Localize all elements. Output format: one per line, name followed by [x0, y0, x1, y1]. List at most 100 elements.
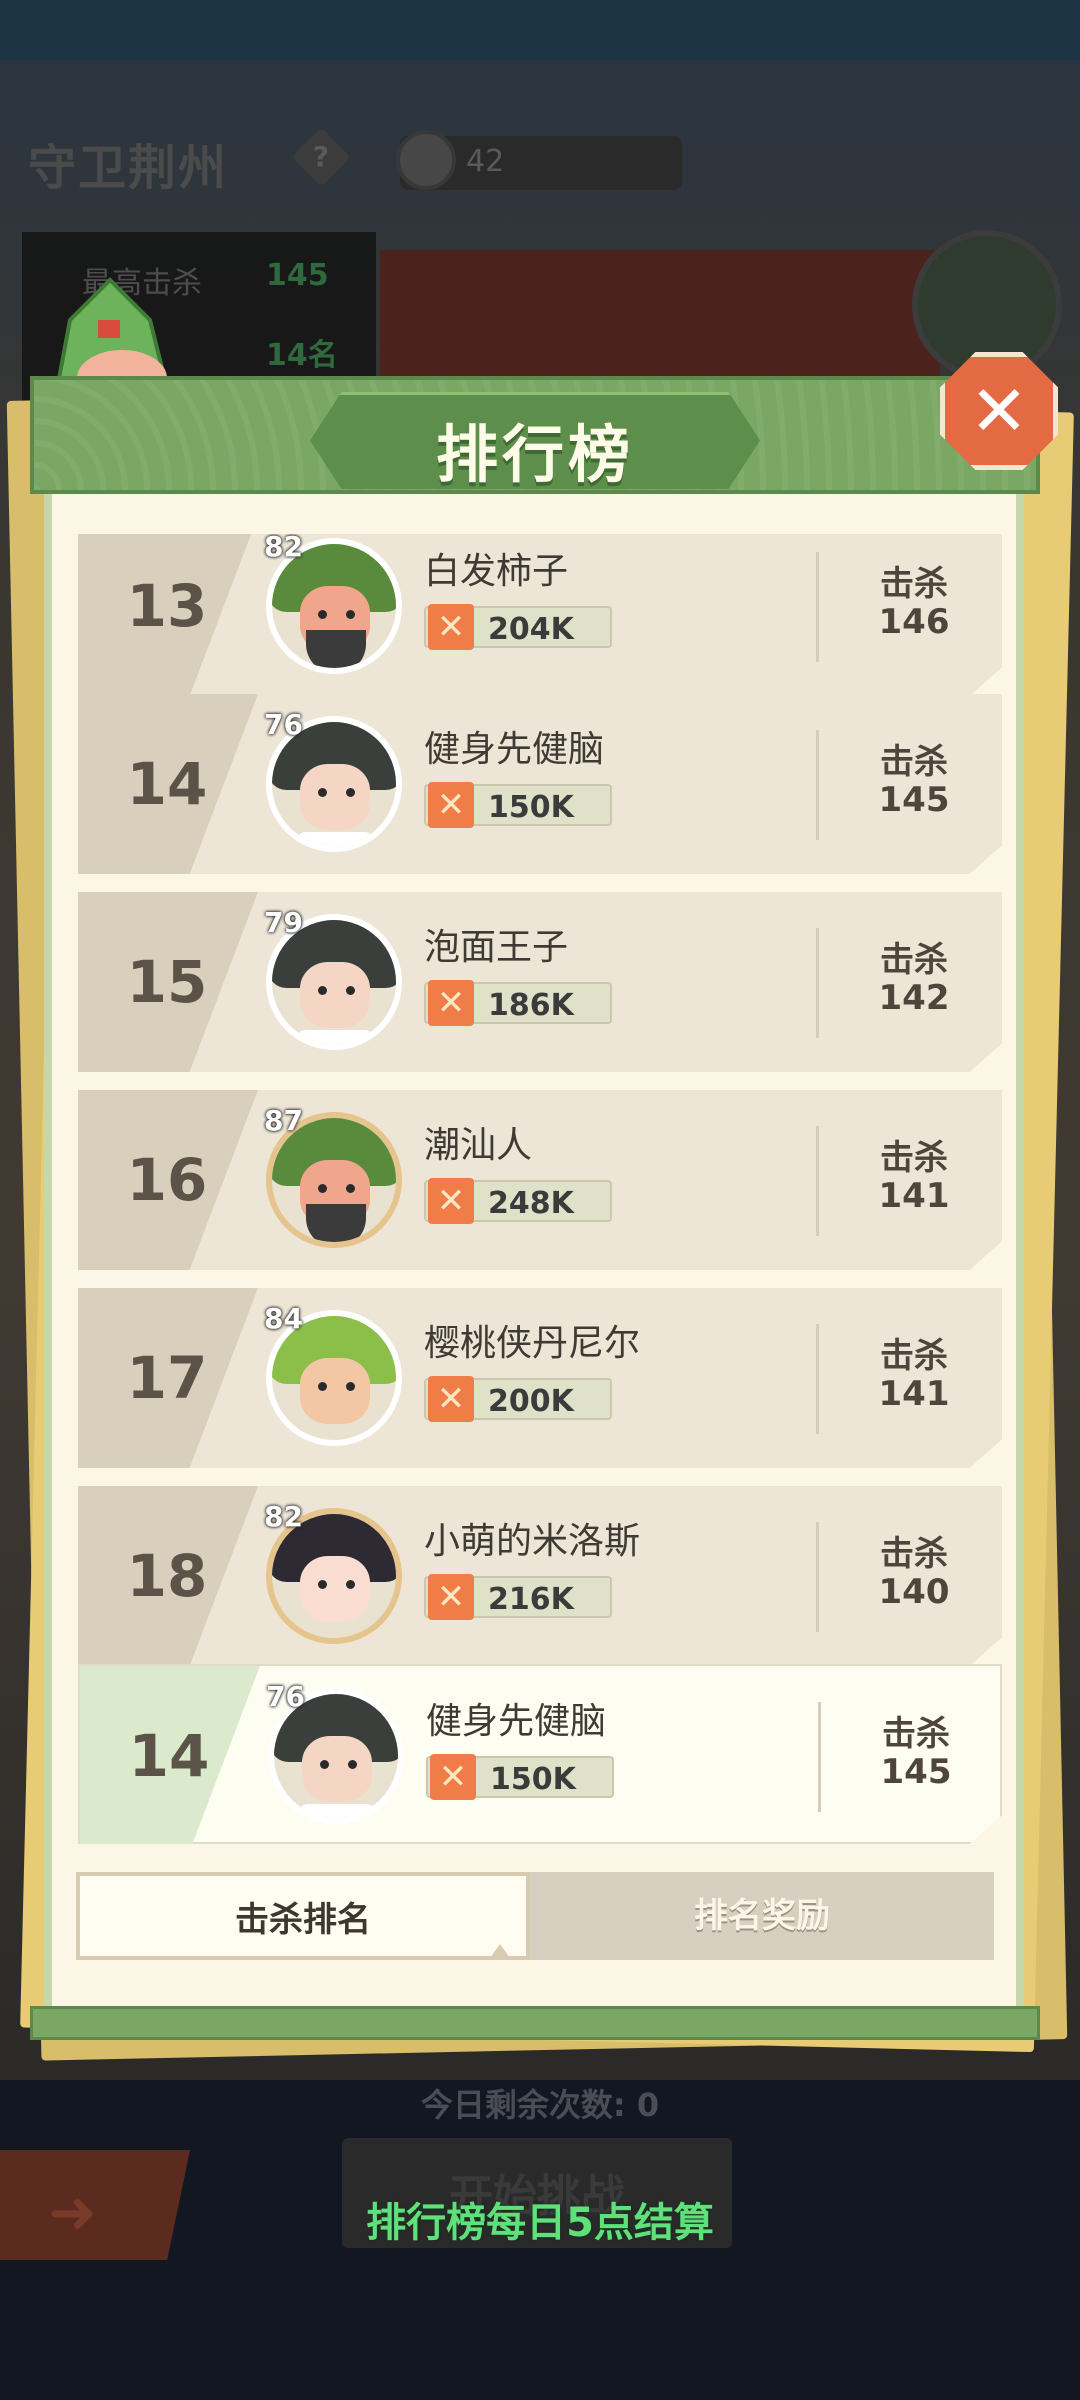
rank-number: 14 [126, 750, 208, 818]
rank-number: 13 [126, 572, 208, 640]
player-name: 泡面王子 [424, 927, 569, 968]
crossed-swords-icon: ✕ [428, 604, 474, 650]
kill-count: 146 [878, 602, 950, 642]
player-name: 健身先健脑 [424, 729, 605, 770]
rank-number: 18 [126, 1542, 208, 1610]
ranking-row[interactable]: 13 82 白发柿子 ✕ 204K 击杀 146 [78, 534, 1002, 696]
power-value: 216K [488, 1582, 574, 1617]
power-bar: ✕ 204K [424, 604, 612, 650]
kill-label: 击杀 [882, 1714, 950, 1754]
avatar-eye [346, 788, 355, 797]
avatar-eye [346, 1580, 355, 1589]
avatar-collar [296, 1030, 374, 1044]
avatar-face [300, 1556, 370, 1622]
avatar-face [302, 1736, 372, 1802]
avatar-face [300, 1358, 370, 1424]
power-value: 186K [488, 988, 574, 1023]
avatar-eye [348, 1760, 357, 1769]
divider [816, 928, 819, 1038]
best-kills-value: 145 [266, 258, 329, 293]
avatar-eye [318, 1184, 327, 1193]
divider [816, 1126, 819, 1236]
crossed-swords-icon: ✕ [428, 1178, 474, 1224]
close-icon: ✕ [969, 370, 1029, 452]
active-tab-indicator [490, 1944, 510, 1958]
kill-label: 击杀 [880, 564, 948, 604]
player-name: 健身先健脑 [426, 1701, 607, 1742]
crossed-swords-icon: ✕ [430, 1754, 476, 1800]
avatar-collar [298, 1804, 376, 1818]
level-badge: 76 [264, 708, 303, 741]
avatar-beard [306, 630, 366, 668]
level-badge: 82 [264, 1500, 303, 1533]
avatar-eye [346, 1184, 355, 1193]
ranking-row[interactable]: 16 87 潮汕人 ✕ 248K 击杀 141 [78, 1090, 1002, 1270]
status-bar-bg [0, 0, 1080, 60]
kill-label: 击杀 [880, 1534, 948, 1574]
avatar-collar [296, 832, 374, 846]
kill-count: 141 [878, 1176, 950, 1216]
kill-count: 141 [878, 1374, 950, 1414]
avatar-eye [346, 986, 355, 995]
power-value: 150K [490, 1762, 576, 1797]
power-value: 204K [488, 612, 574, 647]
ranking-row[interactable]: 14 76 健身先健脑 ✕ 150K 击杀 145 [78, 694, 1002, 874]
level-badge: 87 [264, 1104, 303, 1137]
kill-label: 击杀 [880, 1138, 948, 1178]
player-name: 潮汕人 [424, 1125, 533, 1166]
leaderboard-title: 排行榜 [435, 418, 634, 491]
help-glyph: ? [312, 140, 330, 173]
level-badge: 76 [266, 1680, 305, 1713]
stage-title: 守卫荆州 [28, 140, 229, 196]
avatar-eye [318, 1382, 327, 1391]
power-value: 150K [488, 790, 574, 825]
power-value: 248K [488, 1186, 574, 1221]
rank-number: 15 [126, 948, 208, 1016]
player-name: 小萌的米洛斯 [424, 1521, 641, 1562]
crossed-swords-icon: ✕ [428, 782, 474, 828]
avatar-eye [318, 610, 327, 619]
avatar-face [300, 764, 370, 830]
power-bar: ✕ 248K [424, 1178, 612, 1224]
kill-count: 142 [878, 978, 950, 1018]
crossed-swords-icon: ✕ [428, 980, 474, 1026]
avatar-eye [320, 1760, 329, 1769]
power-value: 200K [488, 1384, 574, 1419]
power-bar: ✕ 216K [424, 1574, 612, 1620]
crossed-swords-icon: ✕ [428, 1376, 474, 1422]
settlement-notice: 排行榜每日5点结算 [366, 2200, 714, 2246]
power-bar: ✕ 186K [424, 980, 612, 1026]
rank-value: 14名 [266, 338, 338, 373]
ranking-list[interactable]: 13 82 白发柿子 ✕ 204K 击杀 146 14 76 健身先健脑 ✕ 1… [78, 534, 1002, 1850]
divider [816, 730, 819, 840]
rank-number: 14 [128, 1722, 210, 1790]
avatar-eye [346, 1382, 355, 1391]
ranking-row[interactable]: 15 79 泡面王子 ✕ 186K 击杀 142 [78, 892, 1002, 1072]
my-ranking-row[interactable]: 14 76 健身先健脑 ✕ 150K 击杀 145 [78, 1664, 1002, 1844]
level-badge: 82 [264, 534, 303, 563]
ranking-row[interactable]: 17 84 樱桃侠丹尼尔 ✕ 200K 击杀 141 [78, 1288, 1002, 1468]
kill-count: 140 [878, 1572, 950, 1612]
divider [816, 552, 819, 662]
power-bar: ✕ 150K [424, 782, 612, 828]
coin-count: 42 [466, 144, 505, 179]
avatar-eye [318, 788, 327, 797]
avatar-eye [318, 986, 327, 995]
power-bar: ✕ 200K [424, 1376, 612, 1422]
tab-ranking-rewards[interactable]: 排名奖励 [530, 1872, 994, 1960]
help-icon[interactable]: ? [291, 127, 351, 187]
avatar-eye [318, 1580, 327, 1589]
power-bar: ✕ 150K [426, 1754, 614, 1800]
divider [816, 1324, 819, 1434]
kill-label: 击杀 [880, 742, 948, 782]
rank-number: 16 [126, 1146, 208, 1214]
tab-kill-ranking[interactable]: 击杀排名 [76, 1872, 530, 1960]
kill-label: 击杀 [880, 940, 948, 980]
player-name: 白发柿子 [424, 551, 569, 592]
ranking-row[interactable]: 18 82 小萌的米洛斯 ✕ 216K 击杀 140 [78, 1486, 1002, 1666]
avatar-beard [306, 1204, 366, 1242]
kill-label: 击杀 [880, 1336, 948, 1376]
kill-count: 145 [878, 780, 950, 820]
divider [818, 1702, 821, 1812]
kill-count: 145 [880, 1752, 952, 1792]
